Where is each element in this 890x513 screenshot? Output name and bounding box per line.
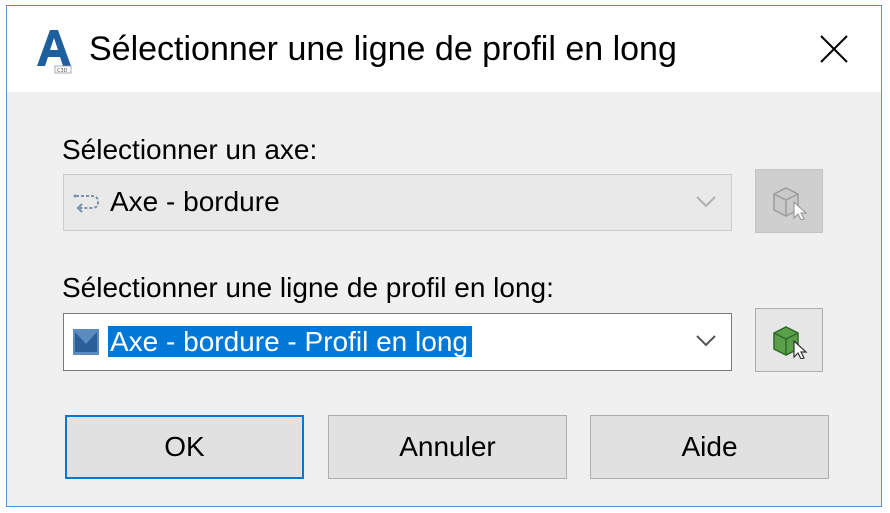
civil3d-app-icon: C3D [33,26,75,74]
profile-value: Axe - bordure - Profil en long [108,326,472,358]
profile-label: Sélectionner une ligne de profil en long… [62,272,554,303]
pick-alignment-button[interactable] [755,169,823,233]
chevron-down-icon [695,334,717,353]
window-title: Sélectionner une ligne de profil en long [89,30,677,68]
close-button[interactable] [799,20,871,80]
help-button[interactable]: Aide [590,415,829,479]
alignment-value: Axe - bordure [110,186,280,217]
alignment-combobox[interactable]: Axe - bordure [63,174,732,231]
pick-from-drawing-icon [773,187,808,220]
svg-text:C3D: C3D [57,68,68,74]
ok-button[interactable]: OK [65,415,304,479]
title-bar[interactable]: C3D Sélectionner une ligne de profil en … [7,6,881,92]
select-profile-dialog: C3D Sélectionner une ligne de profil en … [6,5,882,507]
profile-icon [72,328,100,361]
profile-combobox[interactable]: Axe - bordure - Profil en long [63,313,732,371]
pick-profile-button[interactable] [755,308,823,372]
alignment-label: Sélectionner un axe: [62,134,318,165]
pick-from-drawing-icon [773,326,808,359]
cancel-button[interactable]: Annuler [328,415,567,479]
close-icon [820,35,848,63]
alignment-icon [72,190,104,221]
chevron-down-icon [695,195,717,214]
